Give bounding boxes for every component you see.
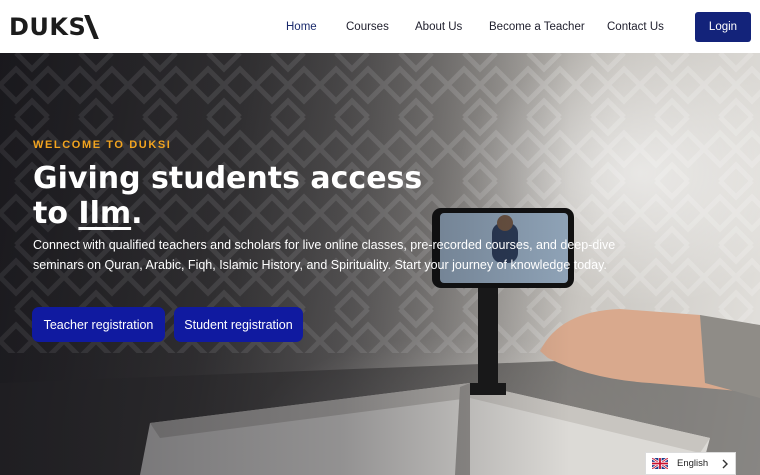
nav-item-become-a-teacher[interactable]: Become a Teacher (489, 21, 585, 33)
headline-ilm: Ilm (78, 196, 132, 231)
logo-slash-mark (84, 15, 100, 39)
teacher-registration-button[interactable]: Teacher registration (32, 307, 165, 342)
duksi-logo[interactable]: DUKS (9, 13, 100, 41)
nav-item-about-us[interactable]: About Us (415, 21, 462, 33)
nav-item-courses[interactable]: Courses (346, 21, 389, 33)
login-button[interactable]: Login (695, 12, 751, 42)
hero-description: Connect with qualified teachers and scho… (33, 238, 616, 272)
top-navbar: DUKS Home Courses About Us Become a Teac… (0, 0, 760, 53)
hero-kicker: WELCOME TO DUKSI (33, 139, 172, 151)
headline-to: to (33, 196, 79, 231)
hero-headline: Giving students access to Ilm. (33, 161, 453, 231)
language-switcher[interactable]: English (645, 452, 736, 475)
logo-text: DUKS (9, 13, 87, 41)
uk-flag-icon (652, 458, 668, 469)
nav-item-contact-us[interactable]: Contact Us (607, 21, 664, 33)
nav-item-home[interactable]: Home (286, 21, 317, 33)
headline-line-1: Giving students access (33, 161, 423, 196)
hero-section: WELCOME TO DUKSI Giving students access … (0, 53, 760, 475)
language-label: English (677, 458, 709, 469)
student-registration-button[interactable]: Student registration (174, 307, 303, 342)
headline-period: . (131, 196, 143, 231)
chevron-right-icon (722, 459, 728, 469)
